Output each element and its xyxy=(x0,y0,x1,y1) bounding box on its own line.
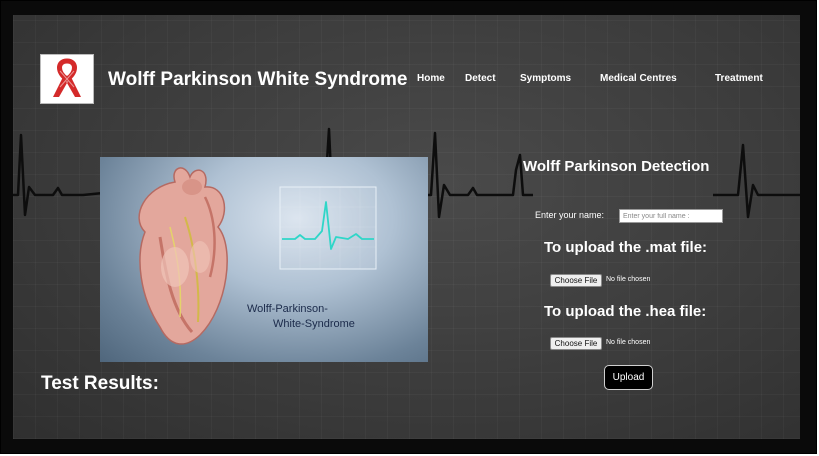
hero-image: Wolff-Parkinson- White-Syndrome xyxy=(100,157,428,362)
nav-treatment[interactable]: Treatment xyxy=(715,73,763,84)
mat-choose-file-button[interactable]: Choose File xyxy=(550,274,602,287)
mat-upload-heading: To upload the .mat file: xyxy=(544,239,708,256)
upload-button[interactable]: Upload xyxy=(604,365,653,390)
nav-home[interactable]: Home xyxy=(417,73,445,84)
nav-symptoms[interactable]: Symptoms xyxy=(520,73,571,84)
test-results-heading: Test Results: xyxy=(41,373,159,394)
name-input[interactable] xyxy=(619,209,723,223)
name-label: Enter your name: xyxy=(535,210,605,220)
mat-file-status: No file chosen xyxy=(606,276,651,283)
browser-frame: Wolff Parkinson White Syndrome Home Dete… xyxy=(0,0,817,454)
heart-anatomy-icon xyxy=(138,167,377,345)
nav-detect[interactable]: Detect xyxy=(465,73,496,84)
hea-choose-file-button[interactable]: Choose File xyxy=(550,337,602,350)
hea-upload-heading: To upload the .hea file: xyxy=(544,303,707,320)
page-body: Wolff Parkinson White Syndrome Home Dete… xyxy=(13,15,800,439)
hero-caption-line2: White-Syndrome xyxy=(273,318,355,330)
main-nav: Home Detect Symptoms Medical Centres Tre… xyxy=(13,73,800,89)
hea-file-status: No file chosen xyxy=(606,339,651,346)
detection-title: Wolff Parkinson Detection xyxy=(523,158,710,175)
nav-medical-centres[interactable]: Medical Centres xyxy=(600,73,677,84)
hero-caption-line1: Wolff-Parkinson- xyxy=(247,303,328,315)
